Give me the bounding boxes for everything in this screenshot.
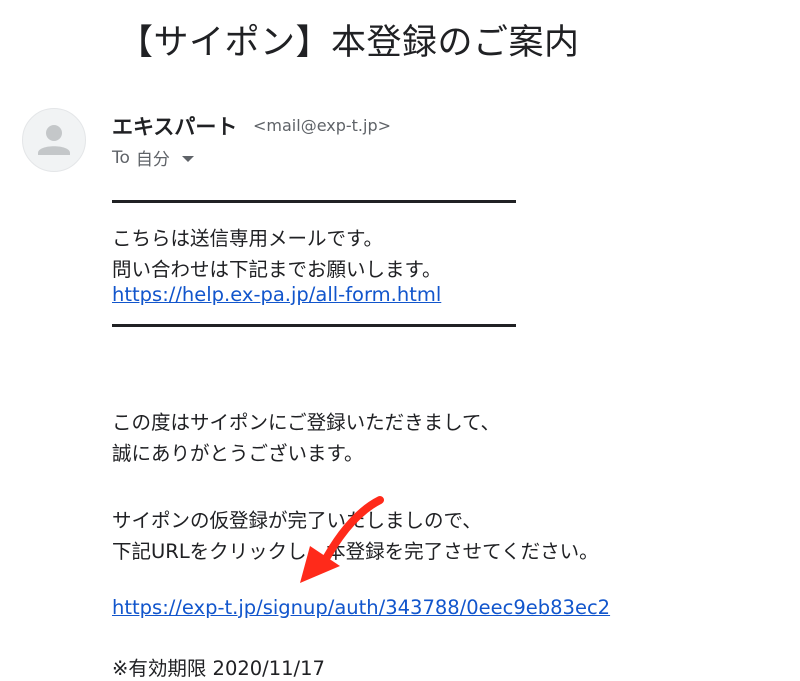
email-subject: 【サイポン】本登録のご案内 — [118, 23, 580, 63]
notice-line-1: こちらは送信専用メールです。 — [112, 227, 384, 250]
recipient-to-label: To — [112, 147, 130, 168]
notice-line-2: 問い合わせは下記までお願いします。 — [112, 258, 442, 281]
help-link[interactable]: https://help.ex-pa.jp/all-form.html — [112, 283, 441, 306]
sender-name: エキスパート — [112, 115, 238, 139]
recipient-details-toggle[interactable]: To 自分 — [112, 145, 194, 170]
recipient-name: 自分 — [135, 150, 170, 170]
expiry-line: ※有効期限 2020/11/17 — [112, 657, 325, 680]
instruction-line-1: サイポンの仮登録が完了いたしましので、 — [112, 509, 482, 532]
sender-email: <mail@exp-t.jp> — [253, 116, 392, 135]
thanks-line-1: この度はサイポンにご登録いただきまして、 — [112, 411, 501, 434]
signup-link[interactable]: https://exp-t.jp/signup/auth/343788/0eec… — [112, 596, 610, 619]
sender-avatar[interactable] — [22, 108, 86, 172]
caret-down-icon[interactable] — [181, 155, 194, 162]
thanks-line-2: 誠にありがとうございます。 — [112, 442, 364, 465]
divider-bottom — [112, 324, 516, 327]
instruction-line-2: 下記URLをクリックし、本登録を完了させてください。 — [112, 540, 599, 563]
person-icon — [38, 125, 70, 155]
divider-top — [112, 200, 516, 203]
